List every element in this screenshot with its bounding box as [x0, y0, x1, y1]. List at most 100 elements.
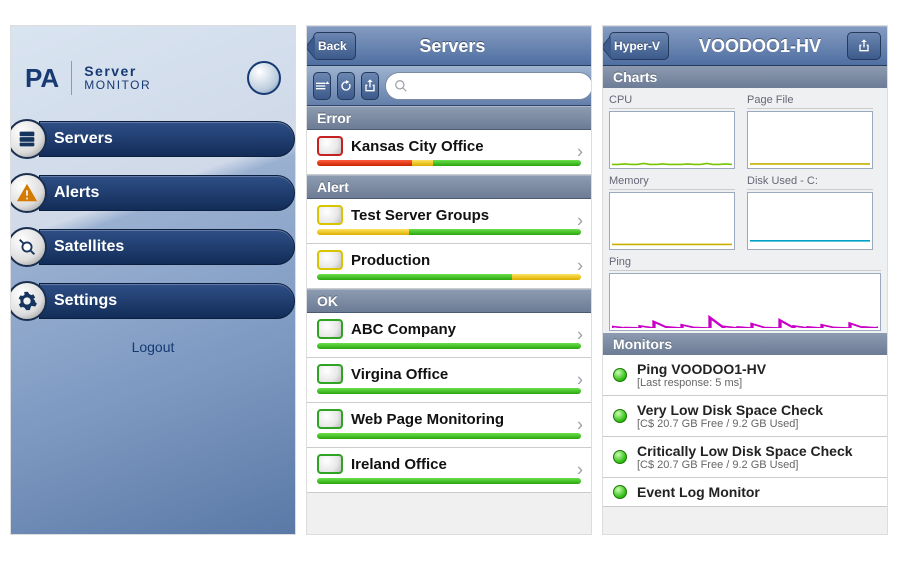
- chart-canvas: [609, 273, 881, 331]
- brand-pa: PA: [25, 63, 59, 94]
- sort-button[interactable]: [313, 72, 331, 100]
- server-name: ABC Company: [351, 321, 456, 338]
- logout-link[interactable]: Logout: [11, 339, 295, 355]
- chart-canvas: [747, 192, 873, 250]
- server-name: Production: [351, 252, 430, 269]
- servers-toolbar: [307, 66, 591, 106]
- health-bar: [317, 229, 581, 235]
- chevron-right-icon: ›: [577, 415, 583, 436]
- chevron-right-icon: ›: [577, 256, 583, 277]
- status-dot-icon: [613, 368, 627, 382]
- server-row[interactable]: Virgina Office ›: [307, 358, 591, 403]
- brand-name: Server MONITOR: [84, 64, 151, 91]
- chart-label: Disk Used - C:: [747, 175, 873, 190]
- charts-grid: CPU Page File Memory Disk Used - C: Ping: [603, 88, 887, 333]
- monitor-row[interactable]: Ping VOODOO1-HV[Last response: 5 ms]: [603, 355, 887, 396]
- refresh-button[interactable]: [337, 72, 355, 100]
- chart-memory[interactable]: Memory: [609, 175, 735, 250]
- server-row[interactable]: Kansas City Office ›: [307, 130, 591, 175]
- monitor-name: Ping VOODOO1-HV: [637, 361, 766, 377]
- chart-label: Ping: [609, 256, 881, 271]
- share-button[interactable]: [847, 32, 881, 60]
- server-name: Kansas City Office: [351, 138, 484, 155]
- monitor-name: Very Low Disk Space Check: [637, 402, 823, 418]
- section-header-ok: OK: [307, 289, 591, 313]
- status-icon: [317, 454, 343, 474]
- monitor-name: Critically Low Disk Space Check: [637, 443, 853, 459]
- detail-navbar: Hyper-V VOODOO1-HV: [603, 26, 887, 66]
- chevron-right-icon: ›: [577, 211, 583, 232]
- chart-pagefile[interactable]: Page File: [747, 94, 873, 169]
- servers-screen: Back Servers Error Kansas City Office › Ale…: [306, 25, 592, 535]
- nav-label: Alerts: [54, 184, 99, 202]
- status-icon: [317, 319, 343, 339]
- search-input[interactable]: [408, 78, 584, 93]
- status-dot-icon: [613, 450, 627, 464]
- server-name: Ireland Office: [351, 456, 447, 473]
- servers-navbar: Back Servers: [307, 26, 591, 66]
- chart-canvas: [747, 111, 873, 169]
- nav-alerts[interactable]: Alerts: [39, 175, 295, 211]
- chart-canvas: [609, 192, 735, 250]
- monitor-sub: [C$ 20.7 GB Free / 9.2 GB Used]: [637, 459, 853, 471]
- chart-label: Memory: [609, 175, 735, 190]
- nav-label: Servers: [54, 130, 113, 148]
- charts-section-header: Charts: [603, 66, 887, 88]
- chart-cpu[interactable]: CPU: [609, 94, 735, 169]
- server-name: Web Page Monitoring: [351, 411, 504, 428]
- back-button[interactable]: Back: [313, 32, 356, 60]
- status-dot-icon: [613, 409, 627, 423]
- chart-label: CPU: [609, 94, 735, 109]
- nav-settings[interactable]: Settings: [39, 283, 295, 319]
- brand-divider: [71, 61, 72, 95]
- monitor-row[interactable]: Critically Low Disk Space Check[C$ 20.7 …: [603, 437, 887, 478]
- monitor-sub: [C$ 20.7 GB Free / 9.2 GB Used]: [637, 418, 823, 430]
- page-title: VOODOO1-HV: [673, 36, 847, 57]
- health-bar: [317, 388, 581, 394]
- nav-label: Satellites: [54, 238, 124, 256]
- server-name: Virgina Office: [351, 366, 448, 383]
- server-row[interactable]: Ireland Office ›: [307, 448, 591, 493]
- section-header-alert: Alert: [307, 175, 591, 199]
- chevron-right-icon: ›: [577, 142, 583, 163]
- server-row[interactable]: ABC Company›: [307, 313, 591, 358]
- monitor-row[interactable]: Event Log Monitor: [603, 478, 887, 507]
- health-bar: [317, 160, 581, 166]
- section-header-error: Error: [307, 106, 591, 130]
- share-button[interactable]: [361, 72, 379, 100]
- chart-disk[interactable]: Disk Used - C:: [747, 175, 873, 250]
- brand-header: PA Server MONITOR: [25, 61, 281, 95]
- server-detail-screen: Hyper-V VOODOO1-HV Charts CPU Page File Me…: [602, 25, 888, 535]
- chart-ping[interactable]: Ping: [609, 256, 881, 331]
- monitor-name: Event Log Monitor: [637, 484, 760, 500]
- status-icon: [317, 205, 343, 225]
- status-icon: [317, 250, 343, 270]
- nav-label: Settings: [54, 292, 117, 310]
- server-row[interactable]: Web Page Monitoring ›: [307, 403, 591, 448]
- chart-canvas: [609, 111, 735, 169]
- health-bar: [317, 274, 581, 280]
- monitor-sub: [Last response: 5 ms]: [637, 377, 766, 389]
- page-title: Servers: [360, 36, 545, 57]
- search-field[interactable]: [385, 72, 592, 100]
- home-screen: PA Server MONITOR Servers Alerts Satellite…: [10, 25, 296, 535]
- server-name: Test Server Groups: [351, 207, 489, 224]
- back-button[interactable]: Hyper-V: [609, 32, 669, 60]
- search-icon: [394, 79, 408, 93]
- server-row[interactable]: Production ›: [307, 244, 591, 289]
- status-icon: [317, 409, 343, 429]
- chart-label: Page File: [747, 94, 873, 109]
- chevron-right-icon: ›: [577, 460, 583, 481]
- brand-globe-icon: [247, 61, 281, 95]
- status-icon: [317, 364, 343, 384]
- server-row[interactable]: Test Server Groups ›: [307, 199, 591, 244]
- status-icon: [317, 136, 343, 156]
- nav-satellites[interactable]: Satellites: [39, 229, 295, 265]
- health-bar: [317, 433, 581, 439]
- nav-servers[interactable]: Servers: [39, 121, 295, 157]
- health-bar: [317, 478, 581, 484]
- status-dot-icon: [613, 485, 627, 499]
- monitor-row[interactable]: Very Low Disk Space Check[C$ 20.7 GB Fre…: [603, 396, 887, 437]
- chevron-right-icon: ›: [577, 370, 583, 391]
- health-bar: [317, 343, 581, 349]
